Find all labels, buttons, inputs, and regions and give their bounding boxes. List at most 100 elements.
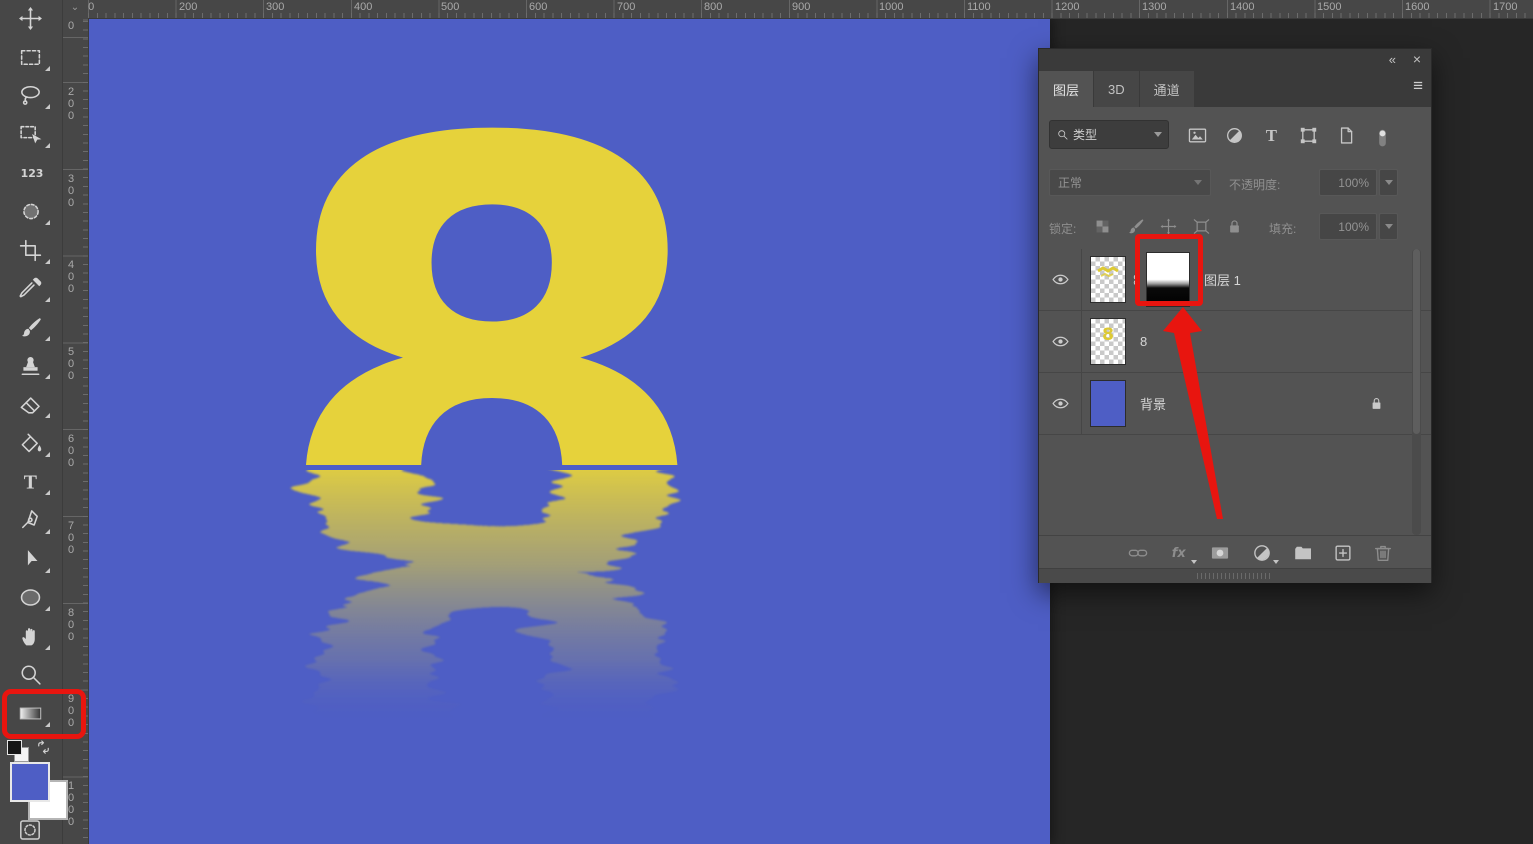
paint-bucket-tool[interactable] [0,424,60,462]
svg-text:T: T [1266,126,1277,145]
lock-label: 锁定: [1049,220,1076,237]
delete-layer-button[interactable] [1372,542,1394,564]
layer-list: 图层 188背景 [1039,249,1431,432]
h-ruler-label: 800 [704,1,722,13]
h-ruler-label: 900 [792,1,810,13]
panel-header: « × [1039,49,1431,71]
tab-3D[interactable]: 3D [1094,71,1139,107]
ruler-origin-corner[interactable]: ⌄ [62,0,88,18]
pen-tool[interactable] [0,501,60,539]
layer-thumbnail[interactable] [1090,380,1126,427]
clone-stamp-tool[interactable] [0,346,60,384]
quick-mask-button[interactable] [13,818,47,842]
layer-name[interactable]: 图层 1 [1204,270,1241,289]
collapse-panel-icon[interactable]: « [1389,52,1395,67]
chevron-down-icon [1154,132,1162,137]
panel-resize-grip[interactable] [1039,568,1431,583]
arrow-pointing-to-mask [1160,300,1230,525]
foreground-color-swatch[interactable] [10,762,50,802]
filter-filter-toggle-icon[interactable] [1372,125,1393,146]
new-adjustment-layer-button[interactable] [1251,542,1273,564]
svg-text:123: 123 [20,167,42,180]
h-ruler-label: 1700 [1493,1,1517,13]
h-ruler-label: 1200 [1055,1,1079,13]
close-panel-icon[interactable]: × [1413,51,1421,67]
lock-transparent-icon[interactable] [1093,217,1112,236]
panel-tabs: 图层3D通道 [1039,71,1431,107]
h-ruler-label: 1000 [879,1,903,13]
eyedropper-tool[interactable] [0,269,60,307]
water-reflection: 8 [266,166,718,844]
filter-image-icon[interactable] [1187,125,1208,146]
canvas-artwork: 8 8 [88,18,1050,844]
layer-row-背景[interactable]: 背景 [1039,373,1431,435]
count-tool[interactable]: 123 [0,153,60,191]
layer-filter-type-dropdown[interactable]: 类型 [1049,120,1169,149]
quick-selection-tool[interactable] [0,192,60,230]
v-ruler-label: 4 0 0 [68,259,74,295]
layer-name[interactable]: 8 [1140,334,1147,349]
h-ruler-label: 500 [441,1,459,13]
new-layer-button[interactable] [1332,542,1354,564]
layer-effects-button[interactable]: fx [1169,542,1191,564]
swap-colors-icon[interactable] [34,738,53,757]
opacity-value-field[interactable]: 100% [1319,169,1377,196]
visibility-eye-icon[interactable] [1039,373,1082,434]
path-selection-tool[interactable] [0,540,60,578]
fill-label: 填充: [1269,220,1296,237]
rectangular-marquee-tool[interactable] [0,38,60,76]
new-group-button[interactable] [1292,542,1314,564]
zoom-tool[interactable] [0,655,60,693]
eraser-tool[interactable] [0,385,60,423]
link-layers-button[interactable] [1127,542,1149,564]
gradient-tool-highlight-box [2,689,86,739]
document-canvas[interactable]: 8 8 [88,18,1050,844]
default-foreground-swatch[interactable] [7,740,22,755]
tab-通道[interactable]: 通道 [1140,71,1194,107]
visibility-eye-icon[interactable] [1039,249,1082,310]
filter-shape-icon[interactable] [1298,125,1319,146]
panel-menu-icon[interactable]: ≡ [1413,77,1423,94]
filter-adjustment-icon[interactable] [1224,125,1245,146]
move-tool[interactable] [0,0,60,37]
layer-thumbnail[interactable] [1090,256,1126,303]
add-layer-mask-button[interactable] [1209,542,1231,564]
tab-图层[interactable]: 图层 [1039,71,1093,107]
h-ruler-label: 1500 [1317,1,1341,13]
v-ruler-label: 6 0 0 [68,433,74,469]
h-ruler-label: 1600 [1405,1,1429,13]
layer-row-图层 1[interactable]: 图层 1 [1039,249,1431,311]
lock-all-icon[interactable] [1225,217,1244,236]
h-ruler-label: 200 [179,1,197,13]
opacity-label: 不透明度: [1229,176,1280,193]
v-ruler-label: 2 0 0 [68,86,74,122]
opacity-slider-toggle[interactable] [1379,169,1398,196]
layer-row-8[interactable]: 88 [1039,311,1431,373]
fill-value-field[interactable]: 100% [1319,213,1377,240]
search-icon [1056,128,1069,141]
fill-slider-toggle[interactable] [1379,213,1398,240]
layers-panel: « × 图层3D通道 ≡ 类型 T 正常 不透明度: 100% 锁定: 填充: … [1038,48,1432,583]
ellipse-shape-tool[interactable] [0,578,60,616]
layer-list-scrollbar[interactable] [1412,249,1421,535]
blend-mode-dropdown[interactable]: 正常 [1049,169,1211,196]
v-ruler-label: 1 0 0 0 [68,780,74,828]
brush-tool[interactable] [0,308,60,346]
filter-row: 类型 T [1039,107,1431,161]
lasso-tool[interactable] [0,76,60,114]
crop-tool[interactable] [0,231,60,269]
layer-mask-highlight-box [1135,234,1203,306]
hand-tool[interactable] [0,617,60,655]
object-selection-tool[interactable] [0,115,60,153]
h-ruler-label: 600 [529,1,547,13]
v-ruler-label: 3 0 0 [68,173,74,209]
visibility-eye-icon[interactable] [1039,311,1082,372]
h-ruler-label: 1300 [1142,1,1166,13]
type-tool[interactable]: T [0,462,60,500]
h-ruler-label: 400 [354,1,372,13]
layer-thumbnail[interactable]: 8 [1090,318,1126,365]
horizontal-ruler[interactable]: 0020030040050060070080090010001100120013… [62,0,1533,19]
filter-smart-object-icon[interactable] [1335,125,1356,146]
filter-type-icon[interactable]: T [1261,125,1282,146]
default-swatches[interactable] [6,738,56,762]
